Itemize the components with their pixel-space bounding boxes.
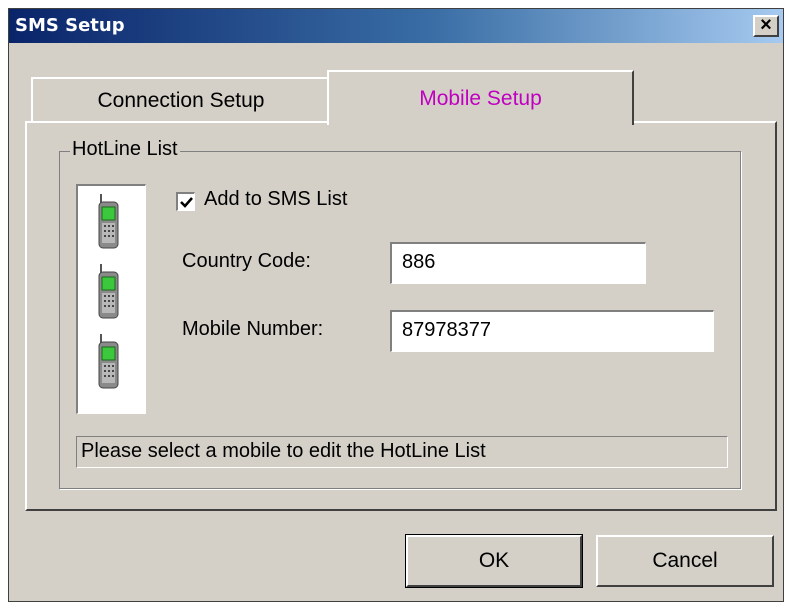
country-code-label: Country Code: — [182, 250, 311, 272]
cancel-button[interactable]: Cancel — [596, 535, 774, 587]
sms-setup-dialog: SMS Setup × Connection Setup Mobile Setu… — [8, 8, 784, 602]
window-title: SMS Setup — [15, 15, 125, 36]
hotline-list-group: HotLine List Add to SMS List Country Cod… — [59, 138, 741, 489]
mobile-phone-icon[interactable] — [96, 262, 122, 322]
add-to-sms-label[interactable]: Add to SMS List — [204, 188, 347, 211]
mobile-phone-icon[interactable] — [96, 192, 122, 252]
country-code-input[interactable]: 886 — [390, 242, 646, 284]
title-bar[interactable]: SMS Setup × — [9, 9, 783, 43]
mobile-number-input[interactable]: 87978377 — [390, 310, 714, 352]
add-to-sms-checkbox[interactable] — [176, 192, 195, 211]
close-icon: × — [760, 14, 772, 36]
tab-connection-setup[interactable]: Connection Setup — [31, 77, 331, 123]
tab-panel: HotLine List Add to SMS List Country Cod… — [25, 121, 777, 511]
close-button[interactable]: × — [753, 15, 779, 37]
checkmark-icon — [180, 197, 193, 208]
tab-mobile-setup[interactable]: Mobile Setup — [327, 70, 634, 125]
ok-button[interactable]: OK — [405, 534, 583, 588]
mobile-number-label: Mobile Number: — [182, 318, 324, 340]
status-text: Please select a mobile to edit the HotLi… — [76, 436, 728, 468]
mobile-list[interactable] — [76, 184, 146, 414]
group-title: HotLine List — [70, 138, 180, 161]
mobile-phone-icon[interactable] — [96, 332, 122, 392]
